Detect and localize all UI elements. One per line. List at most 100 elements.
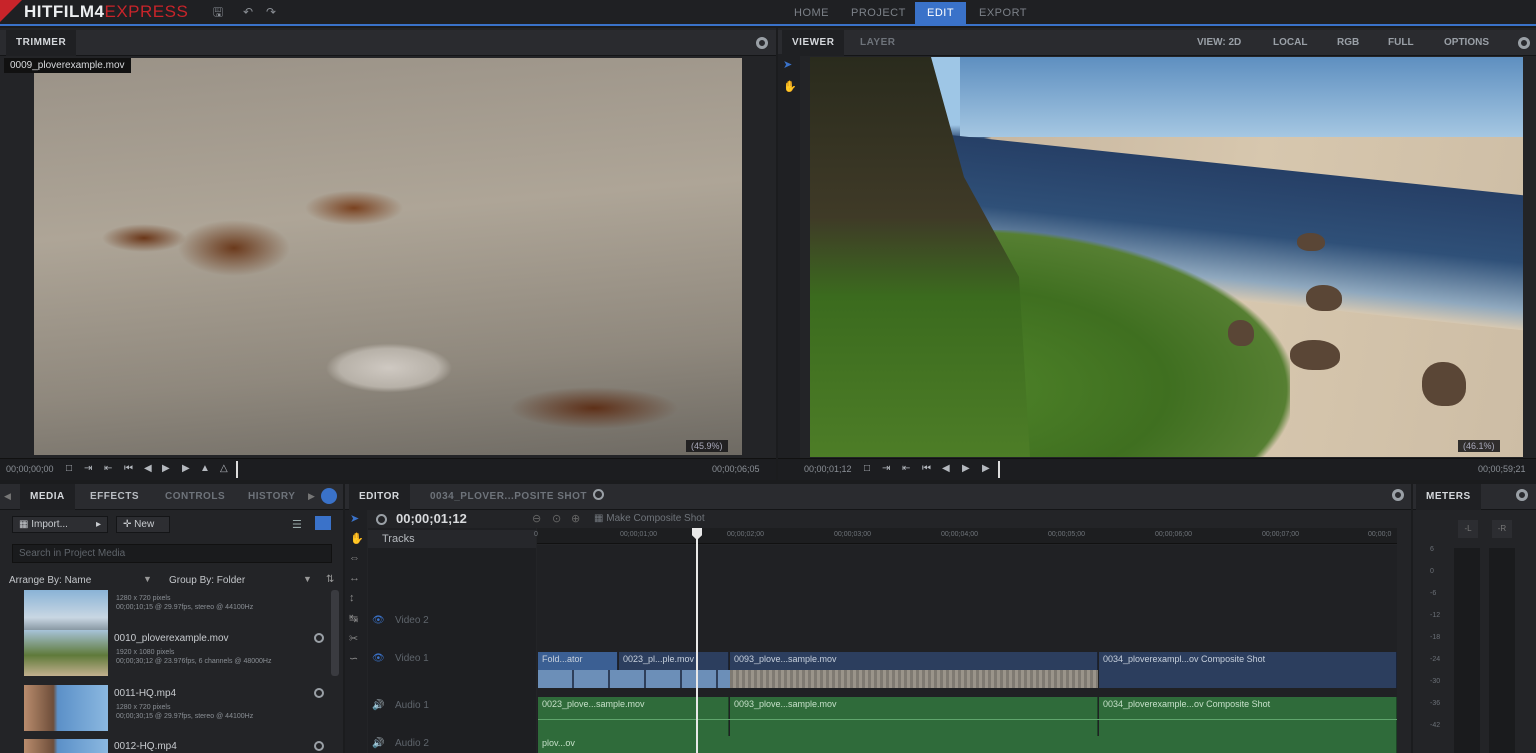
- tab-trimmer[interactable]: TRIMMER: [6, 30, 77, 56]
- roll-tool-icon[interactable]: ↹: [349, 612, 358, 625]
- tabs-scroll-left-icon[interactable]: ◀: [4, 491, 11, 502]
- overlay-icon[interactable]: △: [220, 463, 228, 474]
- select-tool-icon[interactable]: ➤: [350, 512, 359, 525]
- redo-icon[interactable]: ↷: [264, 5, 278, 19]
- clip-name: 0023_pl...ple.mov: [623, 654, 695, 664]
- space-dropdown[interactable]: LOCAL: [1273, 37, 1307, 48]
- undo-icon[interactable]: ↶: [241, 5, 255, 19]
- meter-scale-label: -12: [1430, 612, 1441, 619]
- video2-visibility-icon[interactable]: 👁: [372, 615, 385, 626]
- arrange-arrow-icon[interactable]: ▼: [143, 574, 152, 584]
- step-back-icon[interactable]: ⇤: [104, 463, 112, 474]
- timecode-settings-icon[interactable]: [376, 514, 387, 525]
- play-icon[interactable]: ▶: [182, 463, 190, 474]
- ripple-tool-icon[interactable]: ↕: [349, 592, 355, 604]
- view-mode-dropdown[interactable]: VIEW: 2D: [1197, 37, 1241, 48]
- tab-home[interactable]: HOME: [782, 2, 841, 24]
- viewer-playhead[interactable]: [998, 461, 1000, 478]
- slide-tool-icon[interactable]: ↔: [349, 572, 360, 584]
- group-arrow-icon[interactable]: ▼: [303, 574, 312, 584]
- make-composite-button[interactable]: ▦ Make Composite Shot: [594, 513, 705, 524]
- frame-back-icon[interactable]: ◀: [144, 463, 152, 474]
- hand-tool-icon[interactable]: ✋: [350, 532, 364, 545]
- razor-tool-icon[interactable]: ✂: [349, 632, 358, 645]
- video-clip[interactable]: 0034_ploverexampl...ov Composite Shot: [1099, 652, 1397, 688]
- tab-edit[interactable]: EDIT: [915, 2, 967, 24]
- zoom-out-icon[interactable]: ⊖: [532, 512, 541, 525]
- save-icon[interactable]: 🖫: [211, 5, 225, 19]
- timeline-playhead[interactable]: [696, 528, 698, 753]
- media-item[interactable]: 0012-HQ.mp4: [0, 739, 340, 753]
- media-item-details: 00;00;10;15 @ 29.97fps, stereo @ 44100Hz: [116, 604, 254, 611]
- tab-effects[interactable]: EFFECTS: [80, 484, 149, 510]
- mark-out-icon[interactable]: ⇥: [84, 463, 92, 474]
- slip-tool-icon[interactable]: ⇔: [349, 552, 360, 564]
- arrange-by-dropdown[interactable]: Arrange By: Name: [9, 575, 91, 586]
- media-item-settings-icon[interactable]: [314, 688, 324, 698]
- tabs-scroll-right-icon[interactable]: ▶: [308, 491, 315, 502]
- meter-scale-label: -36: [1430, 700, 1441, 707]
- viewer-play-icon[interactable]: ▶: [982, 463, 990, 474]
- viewer-mark-in-icon[interactable]: □: [864, 463, 870, 474]
- tab-export[interactable]: EXPORT: [967, 2, 1039, 24]
- sort-icon[interactable]: ⇅: [326, 574, 334, 585]
- media-item-settings-icon[interactable]: [314, 633, 324, 643]
- trimmer-video-frame[interactable]: [34, 58, 742, 455]
- tab-composite-shot[interactable]: 0034_PLOVER...POSITE SHOT: [420, 484, 597, 510]
- import-icon: ▦: [19, 519, 32, 530]
- clip-name: 0093_plove...sample.mov: [734, 699, 837, 709]
- trimmer-playhead[interactable]: [236, 461, 238, 478]
- video1-visibility-icon[interactable]: 👁: [372, 653, 385, 664]
- list-view-icon[interactable]: ☰: [292, 518, 304, 531]
- snap-tool-icon[interactable]: ∽: [349, 652, 358, 665]
- trimmer-zoom-level[interactable]: (45.9%): [686, 440, 728, 452]
- go-start-icon[interactable]: ⏮: [124, 463, 133, 474]
- zoom-fit-icon[interactable]: ⊙: [552, 512, 561, 525]
- viewer-go-start-icon[interactable]: ⏮: [922, 463, 931, 474]
- grid-view-icon[interactable]: [315, 516, 331, 530]
- media-item[interactable]: 0010_ploverexample.mov 1920 x 1080 pixel…: [0, 630, 340, 684]
- tab-project[interactable]: PROJECT: [839, 2, 918, 24]
- tab-media[interactable]: MEDIA: [20, 484, 75, 510]
- new-button[interactable]: ✛ New: [116, 516, 170, 533]
- mark-in-icon[interactable]: □: [66, 463, 72, 474]
- viewer-frame-back-icon[interactable]: ◀: [942, 463, 950, 474]
- pan-tool-icon[interactable]: ✋: [783, 80, 797, 93]
- tab-meters[interactable]: METERS: [1416, 484, 1481, 510]
- audio2-speaker-icon[interactable]: 🔊: [372, 738, 384, 749]
- select-tool-icon[interactable]: ➤: [783, 58, 792, 71]
- editor-settings-icon[interactable]: [1392, 489, 1404, 501]
- media-item-settings-icon[interactable]: [314, 741, 324, 751]
- media-item[interactable]: 0011-HQ.mp4 1280 x 720 pixels 00;00;30;15…: [0, 685, 340, 739]
- frame-forward-icon[interactable]: ▶: [162, 463, 170, 474]
- channel-dropdown[interactable]: RGB: [1337, 37, 1359, 48]
- ruler-tick: 00;00;07;00: [1262, 531, 1299, 538]
- quality-dropdown[interactable]: FULL: [1388, 37, 1414, 48]
- tab-history[interactable]: HISTORY: [238, 484, 305, 510]
- editor-timecode[interactable]: 00;00;01;12: [396, 511, 467, 526]
- audio1-speaker-icon[interactable]: 🔊: [372, 700, 384, 711]
- media-scrollbar[interactable]: [331, 590, 339, 676]
- tab-viewer[interactable]: VIEWER: [782, 30, 845, 56]
- meters-settings-icon[interactable]: [1516, 489, 1528, 501]
- options-dropdown[interactable]: OPTIONS: [1444, 37, 1489, 48]
- viewer-zoom-level[interactable]: (46.1%): [1458, 440, 1500, 452]
- viewer-frame-forward-icon[interactable]: ▶: [962, 463, 970, 474]
- insert-icon[interactable]: ▲: [200, 463, 210, 474]
- media-settings-icon[interactable]: [321, 488, 337, 504]
- zoom-in-icon[interactable]: ⊕: [571, 512, 580, 525]
- import-button[interactable]: ▦ Import... ▸: [12, 516, 108, 533]
- trimmer-settings-icon[interactable]: [756, 37, 768, 49]
- audio-clip[interactable]: plov...ov: [538, 736, 1397, 753]
- media-search-input[interactable]: Search in Project Media: [12, 544, 332, 563]
- audio-level-line: [538, 719, 1397, 720]
- viewer-settings-icon[interactable]: [1518, 37, 1530, 49]
- composite-tab-settings-icon[interactable]: [593, 489, 604, 500]
- tab-controls[interactable]: CONTROLS: [155, 484, 235, 510]
- group-by-dropdown[interactable]: Group By: Folder: [169, 575, 245, 586]
- trimmer-timecode-start: 00;00;00;00: [6, 464, 54, 474]
- viewer-step-back-icon[interactable]: ⇤: [902, 463, 910, 474]
- tab-layer[interactable]: LAYER: [850, 30, 905, 56]
- tab-editor[interactable]: EDITOR: [349, 484, 410, 510]
- viewer-mark-out-icon[interactable]: ⇥: [882, 463, 890, 474]
